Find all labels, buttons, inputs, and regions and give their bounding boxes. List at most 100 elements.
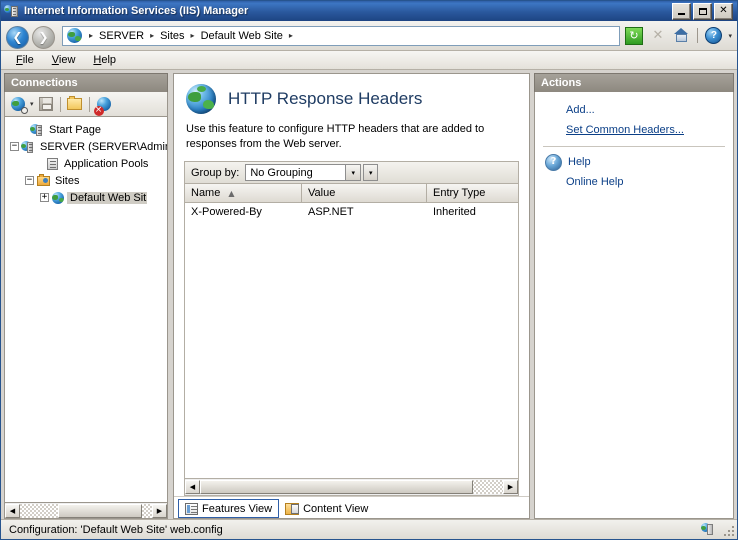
column-label: Entry Type bbox=[433, 187, 486, 199]
tree-item-server[interactable]: − SERVER (SERVER\Admin bbox=[5, 138, 167, 155]
start-page-icon bbox=[30, 123, 46, 137]
window-title: Internet Information Services (IIS) Mana… bbox=[24, 5, 249, 17]
scroll-thumb[interactable] bbox=[200, 480, 473, 494]
connections-header: Connections bbox=[4, 73, 168, 92]
save-connections-button[interactable] bbox=[37, 95, 55, 113]
back-button[interactable]: ❮ bbox=[4, 23, 30, 49]
folder-icon bbox=[67, 96, 83, 110]
help-icon: ? bbox=[705, 27, 723, 44]
web-site-icon bbox=[51, 191, 67, 205]
list-horizontal-scrollbar[interactable]: ◀ ▶ bbox=[185, 478, 518, 495]
address-toolbar: ❮ ❯ ▸ SERVER ▸ Sites ▸ Default Web Site … bbox=[1, 21, 737, 51]
open-folder-button[interactable] bbox=[66, 95, 84, 113]
toolbar-divider bbox=[59, 96, 61, 112]
list-body: X-Powered-By ASP.NET Inherited bbox=[185, 203, 518, 478]
view-tabs: Features View Content View bbox=[174, 496, 529, 518]
tab-content-view[interactable]: Content View bbox=[279, 499, 374, 518]
menu-help[interactable]: Help bbox=[84, 52, 125, 68]
delete-connection-button[interactable] bbox=[93, 95, 113, 116]
cell-value: ASP.NET bbox=[308, 206, 354, 218]
sites-folder-icon bbox=[36, 173, 52, 188]
actions-separator bbox=[543, 146, 725, 147]
save-icon bbox=[38, 97, 53, 111]
scroll-left-button[interactable]: ◀ bbox=[185, 480, 200, 494]
scroll-right-button[interactable]: ▶ bbox=[503, 480, 518, 494]
action-online-help[interactable]: Online Help bbox=[535, 172, 733, 192]
headers-list[interactable]: Name ▲ Value Entry Type X-Powered-By ASP… bbox=[184, 184, 519, 496]
action-label: Help bbox=[568, 156, 591, 168]
server-icon bbox=[21, 140, 37, 154]
column-label: Value bbox=[308, 187, 336, 199]
forward-button[interactable]: ❯ bbox=[30, 23, 56, 49]
connections-horizontal-scrollbar[interactable]: ◀ ▶ bbox=[4, 503, 168, 519]
scroll-thumb[interactable] bbox=[58, 503, 142, 518]
resize-grip[interactable] bbox=[721, 523, 735, 537]
breadcrumb-item-server[interactable]: SERVER bbox=[98, 30, 145, 42]
breadcrumb-separator: ▸ bbox=[288, 31, 293, 40]
tab-label: Content View bbox=[303, 502, 369, 515]
column-header-entry-type[interactable]: Entry Type bbox=[427, 184, 518, 203]
tree-item-application-pools[interactable]: Application Pools bbox=[5, 155, 167, 172]
toolbar-divider bbox=[697, 28, 699, 43]
minimize-icon bbox=[678, 12, 685, 15]
menu-file[interactable]: File bbox=[7, 52, 43, 68]
iis-manager-window: Internet Information Services (IIS) Mana… bbox=[0, 0, 738, 540]
close-button[interactable]: ✕ bbox=[714, 2, 733, 20]
breadcrumb-item-sites[interactable]: Sites bbox=[159, 30, 185, 42]
group-by-bar: Group by: No Grouping ▾ ▾ bbox=[184, 161, 519, 184]
connections-toolbar: ▾ bbox=[4, 92, 168, 117]
stop-button[interactable]: ✕ bbox=[647, 25, 668, 46]
connect-to-button[interactable] bbox=[9, 95, 28, 114]
refresh-icon: ↻ bbox=[624, 26, 643, 45]
content-pane: HTTP Response Headers Use this feature t… bbox=[173, 73, 530, 519]
main-body: Connections ▾ Start Page bbox=[1, 70, 737, 519]
column-header-value[interactable]: Value bbox=[302, 184, 427, 203]
connect-caret-icon[interactable]: ▾ bbox=[30, 100, 34, 108]
refresh-button[interactable]: ↻ bbox=[623, 25, 644, 46]
menu-bar: File View Help bbox=[1, 51, 737, 70]
group-by-select[interactable]: No Grouping ▾ bbox=[245, 164, 362, 181]
action-add[interactable]: Add... bbox=[535, 100, 733, 120]
features-view-icon bbox=[185, 502, 198, 515]
minimize-button[interactable] bbox=[672, 2, 691, 20]
page-description: Use this feature to configure HTTP heade… bbox=[186, 123, 485, 150]
tree-item-label: SERVER (SERVER\Admin bbox=[40, 140, 167, 153]
table-row[interactable]: X-Powered-By ASP.NET Inherited bbox=[185, 203, 518, 221]
window-controls: ✕ bbox=[672, 2, 735, 20]
action-set-common-headers[interactable]: Set Common Headers... bbox=[535, 120, 733, 140]
group-by-extra-dropdown[interactable]: ▾ bbox=[363, 164, 379, 181]
chevron-down-icon[interactable]: ▾ bbox=[345, 165, 361, 180]
menu-view[interactable]: View bbox=[43, 52, 85, 68]
scroll-right-button[interactable]: ▶ bbox=[152, 503, 167, 518]
breadcrumb-item-default-web-site[interactable]: Default Web Site bbox=[200, 30, 284, 42]
column-header-name[interactable]: Name ▲ bbox=[185, 184, 302, 203]
scroll-track[interactable] bbox=[20, 503, 152, 518]
tab-label: Features View bbox=[202, 502, 273, 515]
tree-item-default-web-site[interactable]: + Default Web Sit bbox=[5, 189, 167, 206]
tree-expander-collapse[interactable]: − bbox=[10, 142, 19, 151]
close-icon: ✕ bbox=[719, 5, 728, 16]
action-help[interactable]: ? Help bbox=[535, 152, 733, 172]
group-by-value: No Grouping bbox=[250, 166, 313, 179]
help-dropdown-caret-icon[interactable]: ▾ bbox=[727, 32, 732, 40]
tree-expander-collapse[interactable]: − bbox=[25, 176, 34, 185]
tree-item-sites[interactable]: − Sites bbox=[5, 172, 167, 189]
group-by-label: Group by: bbox=[191, 166, 240, 179]
connections-tree[interactable]: Start Page − SERVER (SERVER\Admin Applic… bbox=[4, 117, 168, 503]
scroll-left-button[interactable]: ◀ bbox=[5, 503, 20, 518]
scroll-track[interactable] bbox=[200, 480, 503, 494]
tree-item-label: Default Web Sit bbox=[67, 191, 148, 204]
cell-entry-type: Inherited bbox=[433, 206, 476, 218]
breadcrumb-address-bar[interactable]: ▸ SERVER ▸ Sites ▸ Default Web Site ▸ bbox=[62, 25, 621, 46]
tree-item-start-page[interactable]: Start Page bbox=[5, 121, 167, 138]
globe-icon bbox=[67, 28, 82, 43]
tab-features-view[interactable]: Features View bbox=[178, 499, 280, 518]
iis-server-icon bbox=[4, 4, 20, 18]
list-header-row: Name ▲ Value Entry Type bbox=[185, 184, 518, 203]
tree-expander-expand[interactable]: + bbox=[40, 193, 49, 202]
maximize-button[interactable] bbox=[693, 2, 712, 20]
tree-item-label: Sites bbox=[55, 174, 80, 187]
help-button[interactable]: ? bbox=[703, 25, 724, 46]
status-text: Configuration: 'Default Web Site' web.co… bbox=[9, 523, 223, 536]
home-button[interactable] bbox=[671, 25, 692, 46]
